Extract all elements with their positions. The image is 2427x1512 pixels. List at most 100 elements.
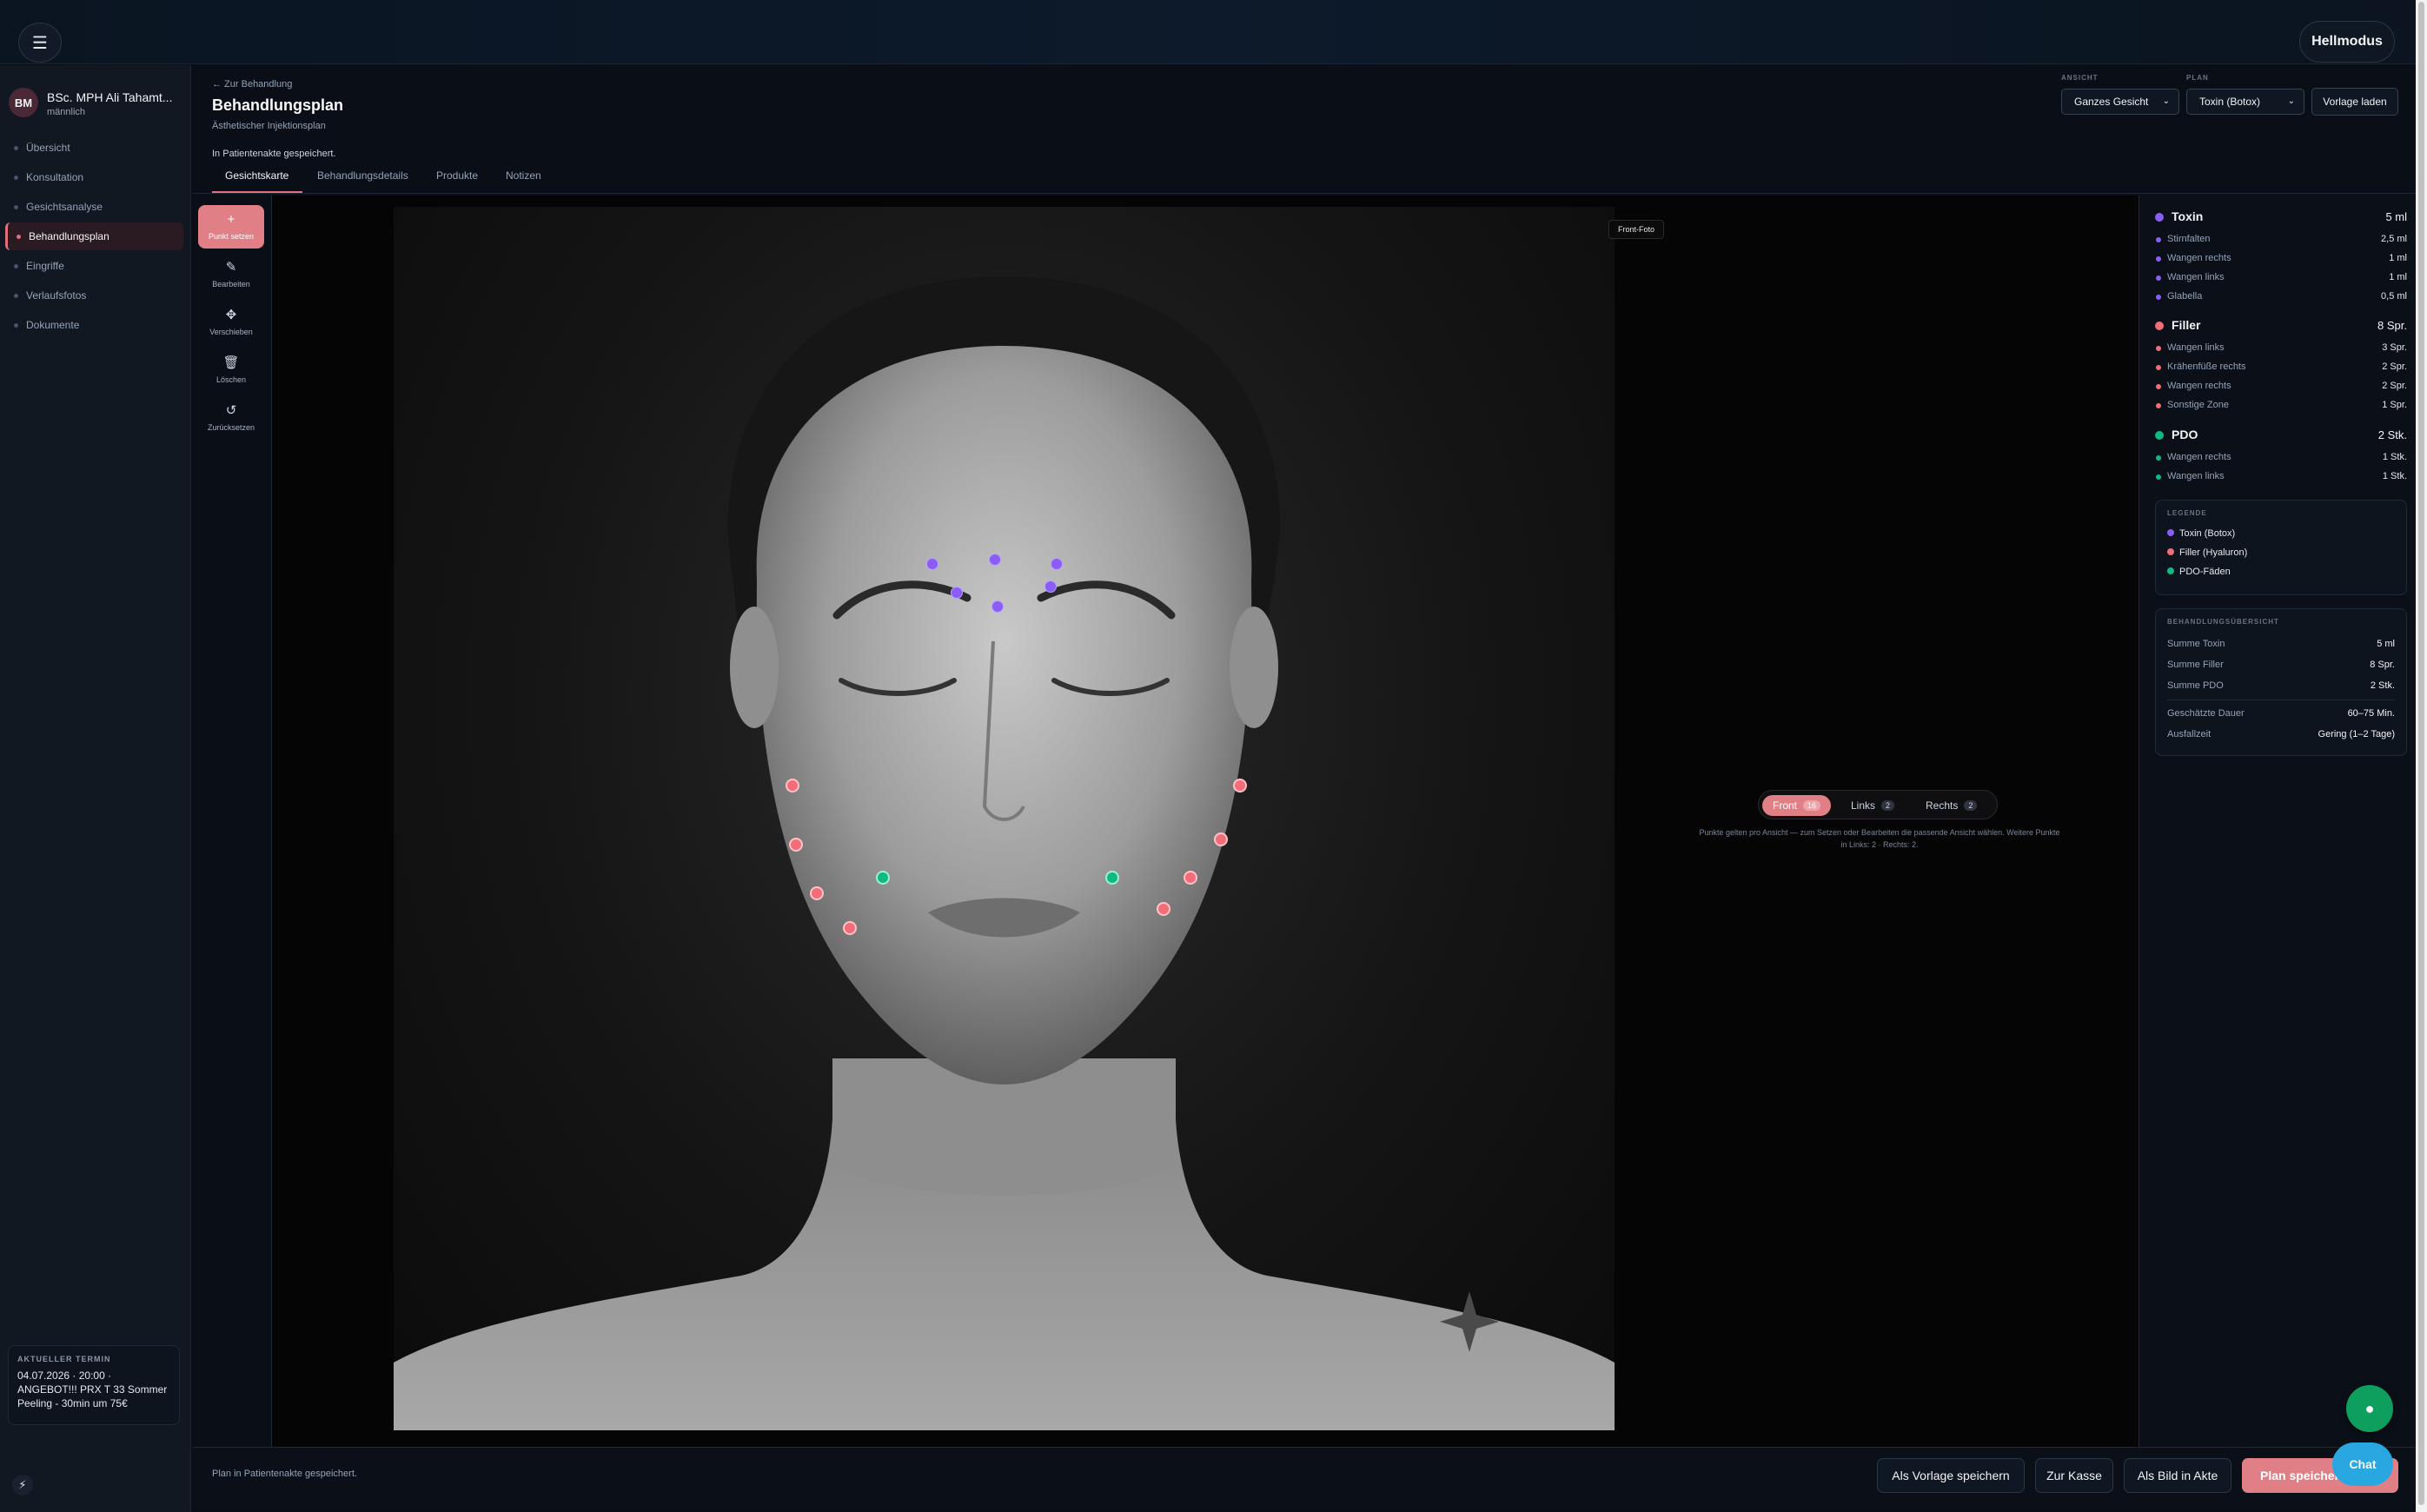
view-front-button[interactable]: Front 16: [1762, 795, 1832, 816]
back-link[interactable]: ← Zur Behandlung: [212, 79, 292, 90]
overview-name: Summe Filler: [2167, 660, 2224, 670]
save-as-template-button[interactable]: Als Vorlage speichern: [1877, 1458, 2025, 1493]
filler-point[interactable]: [1233, 779, 1247, 792]
legend-dot: [2167, 548, 2174, 555]
filler-point[interactable]: [786, 779, 799, 792]
appointment-label: AKTUELLER TERMIN: [17, 1355, 111, 1363]
view-count-badge: 2: [1964, 800, 1978, 811]
pdo-point[interactable]: [1105, 871, 1119, 885]
toxin-point[interactable]: [1051, 558, 1063, 570]
toxin-row: Glabella 0,5 ml: [2155, 290, 2407, 304]
row-value: 1 Spr.: [2382, 400, 2407, 410]
row-value: 1 Stk.: [2382, 452, 2407, 462]
footer-bar: Plan in Patientenakte gespeichert. Als V…: [193, 1447, 2416, 1508]
checkout-button[interactable]: Zur Kasse: [2035, 1458, 2113, 1493]
sidebar-item-label: Dokumente: [26, 319, 80, 331]
sidebar-item-label: Verlaufsfotos: [26, 289, 87, 302]
view-right-button[interactable]: Rechts 2: [1915, 795, 1987, 816]
tool-label: Bearbeiten: [212, 280, 250, 288]
nav-dot: [14, 176, 18, 180]
view-count-badge: 16: [1803, 800, 1821, 811]
toxin-point[interactable]: [926, 558, 938, 570]
pdo-point[interactable]: [876, 871, 890, 885]
overview-value: 8 Spr.: [2370, 660, 2395, 670]
toxin-point[interactable]: [989, 554, 1001, 566]
sidebar-item-eingriffe[interactable]: Eingriffe: [5, 252, 183, 280]
row-name: Stirnfalten: [2167, 234, 2211, 244]
load-template-button[interactable]: Vorlage laden: [2311, 88, 2398, 116]
move-tool[interactable]: ✥ Verschieben: [198, 301, 264, 344]
filler-row: Krähenfüße rechts 2 Spr.: [2155, 361, 2407, 375]
view-left-button[interactable]: Links 2: [1840, 795, 1905, 816]
overview-value: Gering (1–2 Tage): [2318, 729, 2395, 739]
filler-row: Wangen links 3 Spr.: [2155, 342, 2407, 355]
filler-color-dot: [2155, 322, 2164, 330]
toxin-point[interactable]: [1044, 580, 1057, 593]
theme-toggle-button[interactable]: Hellmodus: [2299, 21, 2395, 63]
legend-item-pdo: PDO-Fäden: [2167, 567, 2231, 577]
row-dot: [2156, 346, 2161, 351]
edit-tool[interactable]: ✎ Bearbeiten: [198, 253, 264, 296]
filler-point[interactable]: [843, 921, 857, 935]
view-select-value: Ganzes Gesicht: [2074, 96, 2149, 108]
sidebar-item-label: Behandlungsplan: [29, 230, 109, 242]
face-photo[interactable]: [394, 207, 1615, 1430]
toxin-row: Wangen links 1 ml: [2155, 271, 2407, 285]
chat-bubble-icon[interactable]: ●: [2346, 1385, 2393, 1432]
view-label: Rechts: [1926, 799, 1959, 812]
row-name: Wangen links: [2167, 471, 2225, 481]
view-select[interactable]: Ganzes Gesicht ⌄: [2061, 89, 2179, 115]
nav-dot: [14, 294, 18, 298]
scrollbar[interactable]: [2416, 0, 2427, 1512]
sidebar-item-behandlungsplan[interactable]: Behandlungsplan: [5, 222, 183, 250]
overview-name: Geschätzte Dauer: [2167, 708, 2245, 719]
nav-dot: [14, 146, 18, 150]
row-dot: [2156, 403, 2161, 408]
filler-point[interactable]: [789, 838, 803, 852]
plan-select[interactable]: Toxin (Botox) ⌄: [2186, 89, 2304, 115]
toxin-point[interactable]: [951, 587, 963, 599]
face-map-canvas[interactable]: Front-Foto Front 16 Links 2 Rechts 2 Punkte…: [271, 196, 2139, 1447]
row-name: Wangen rechts: [2167, 381, 2231, 391]
legend-label: LEGENDE: [2167, 509, 2207, 517]
chat-button[interactable]: Chat: [2332, 1442, 2393, 1486]
sidebar-item-uebersicht[interactable]: Übersicht: [5, 134, 183, 162]
patient-header[interactable]: BM BSc. MPH Ali Tahamt... männlich: [9, 76, 187, 119]
filler-point[interactable]: [810, 886, 824, 900]
sidebar-item-label: Konsultation: [26, 171, 84, 183]
injection-points: [394, 207, 1615, 1430]
tab-gesichtskarte[interactable]: Gesichtskarte: [225, 169, 288, 182]
overview-row: Ausfallzeit Gering (1–2 Tage): [2167, 729, 2395, 743]
group-total: 5 ml: [2385, 210, 2407, 223]
lightning-icon[interactable]: ⚡: [12, 1475, 33, 1495]
toxin-point[interactable]: [991, 600, 1004, 613]
toxin-row: Stirnfalten 2,5 ml: [2155, 233, 2407, 247]
row-value: 2 Spr.: [2382, 361, 2407, 372]
nav-dot: [14, 264, 18, 269]
hamburger-icon[interactable]: ☰: [18, 23, 62, 63]
reset-tool[interactable]: ↺ Zurücksetzen: [198, 396, 264, 440]
sidebar: BM BSc. MPH Ali Tahamt... männlich Übers…: [0, 65, 191, 1512]
sidebar-item-verlaufsfotos[interactable]: Verlaufsfotos: [5, 282, 183, 309]
overview-name: Ausfallzeit: [2167, 729, 2211, 739]
tab-behandlungsdetails[interactable]: Behandlungsdetails: [317, 169, 408, 182]
tab-bar: Gesichtskarte Behandlungsdetails Produkt…: [193, 161, 2416, 194]
filler-point[interactable]: [1184, 871, 1197, 885]
filler-point[interactable]: [1157, 902, 1170, 916]
filler-point[interactable]: [1214, 832, 1228, 846]
plus-icon: +: [227, 212, 235, 227]
tab-produkte[interactable]: Produkte: [436, 169, 478, 182]
set-point-tool[interactable]: + Punkt setzen: [198, 205, 264, 249]
row-value: 0,5 ml: [2381, 291, 2407, 302]
sidebar-item-dokumente[interactable]: Dokumente: [5, 311, 183, 339]
delete-tool[interactable]: 🗑 Löschen: [198, 348, 264, 392]
tab-notizen[interactable]: Notizen: [506, 169, 541, 182]
current-appointment-card[interactable]: AKTUELLER TERMIN 04.07.2026 · 20:00 · AN…: [8, 1345, 180, 1425]
save-image-button[interactable]: Als Bild in Akte: [2124, 1458, 2231, 1493]
plan-select-value: Toxin (Botox): [2199, 96, 2261, 108]
legend-dot: [2167, 529, 2174, 536]
row-dot: [2156, 384, 2161, 389]
sidebar-item-konsultation[interactable]: Konsultation: [5, 163, 183, 191]
sidebar-item-gesichtsanalyse[interactable]: Gesichtsanalyse: [5, 193, 183, 221]
scrollbar-thumb[interactable]: [2418, 2, 2424, 1505]
